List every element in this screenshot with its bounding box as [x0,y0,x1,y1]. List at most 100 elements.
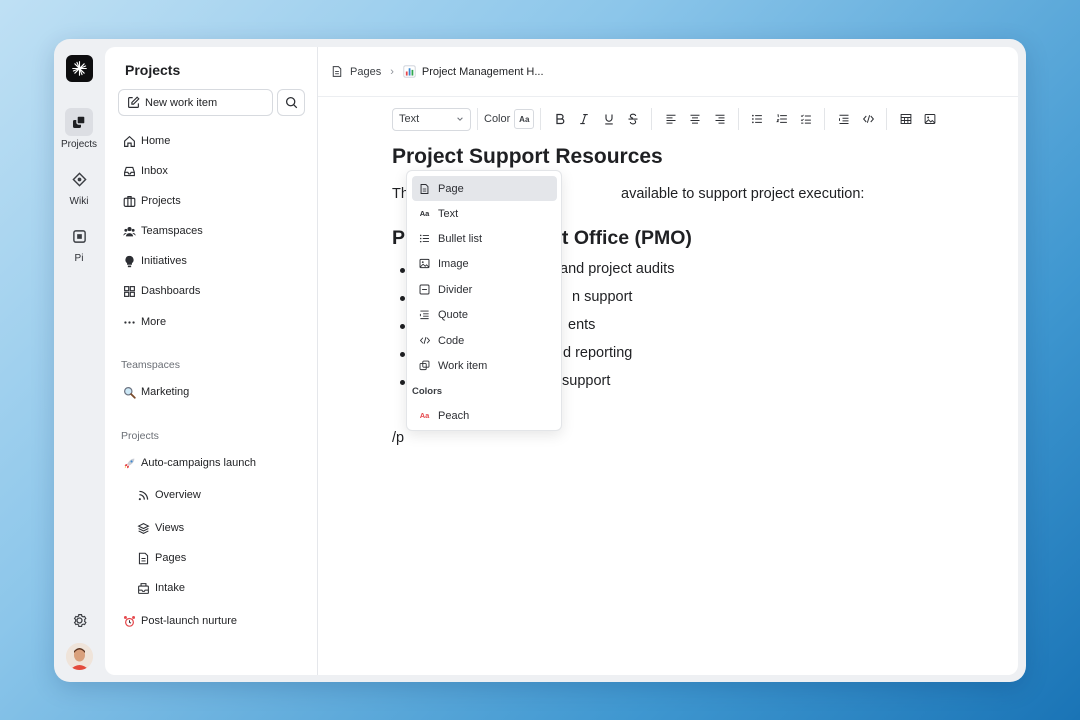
menu-item-divider[interactable]: Divider [412,277,557,302]
sidebar-title: Projects [125,62,181,78]
project-views[interactable]: Views [136,519,184,537]
intro-text-end[interactable]: available to support project execution: [621,186,864,202]
menu-item-text[interactable]: Aa Text [412,201,557,226]
sidebar-item-initiatives[interactable]: Initiatives [122,252,187,270]
pi-icon [65,222,93,250]
teamspaces-section-label: Teamspaces [121,359,180,371]
toolbar-divider [540,108,542,130]
sidebar-item-more[interactable]: More [122,313,166,331]
project-overview[interactable]: Overview [136,486,201,504]
intake-icon [136,581,150,595]
rail-projects-button[interactable]: Projects [54,108,104,150]
italic-icon [580,113,588,125]
numbered-list-icon [775,114,787,123]
app-window: Projects Wiki Pi Projects New work item … [54,39,1026,682]
bullet-list-icon [418,232,431,245]
bullet-text[interactable]: n support [572,289,632,305]
bullet-text[interactable]: support [562,373,610,389]
strikethrough-button[interactable] [621,108,646,130]
align-right-button[interactable] [707,108,732,130]
rail-projects-label: Projects [60,139,98,150]
gear-icon [65,606,93,634]
chevron-right-icon: › [390,65,394,78]
sidebar-item-marketing[interactable]: Marketing [122,383,189,401]
menu-item-bullet-list[interactable]: Bullet list [412,226,557,251]
text-style-select[interactable]: Text [392,107,471,131]
text-color-icon: Aa [419,411,430,420]
search-icon [285,96,297,109]
checklist-button[interactable] [794,108,819,130]
toolbar-divider [651,108,653,130]
align-left-button[interactable] [658,108,683,130]
rail-pi-button[interactable]: Pi [54,222,104,264]
breadcrumb: Pages › Project Management H... [318,47,1018,97]
briefcase-icon [122,194,136,208]
sidebar-item-label: Views [155,522,185,534]
bold-button[interactable] [547,108,572,130]
sidebar-item-projects[interactable]: Projects [122,192,181,210]
sidebar-item-label: Auto-campaigns launch [141,457,256,469]
menu-item-image[interactable]: Image [412,251,557,276]
section-heading-end[interactable]: nt Office (PMO) [550,227,692,250]
bullet-text[interactable]: d reporting [563,345,632,361]
typed-slash-command[interactable]: /p [392,430,404,446]
bullet-marker [400,268,405,273]
sidebar-item-label: Overview [155,489,201,501]
new-work-item-button[interactable]: New work item [118,89,273,116]
sidebar-item-teamspaces[interactable]: Teamspaces [122,222,203,240]
quote-button[interactable] [831,108,856,130]
breadcrumb-pages[interactable]: Pages [331,65,381,78]
menu-item-label: Quote [438,308,468,321]
project-auto-campaigns-launch[interactable]: Auto-campaigns launch [122,454,256,472]
menu-item-quote[interactable]: Quote [412,302,557,327]
table-button[interactable] [893,108,918,130]
numbered-list-button[interactable] [769,108,794,130]
color-picker[interactable]: Color Aa [484,109,535,129]
menu-item-label: Bullet list [438,232,483,245]
bullet-marker [400,324,405,329]
grid-icon [122,284,136,298]
page-title[interactable]: Project Support Resources [392,145,663,169]
color-label: Color [484,113,511,125]
bullet-text[interactable]: ents [568,317,595,333]
bullet-list-button[interactable] [745,108,770,130]
rail-pi-label: Pi [74,253,84,264]
sidebar-item-dashboards[interactable]: Dashboards [122,282,200,300]
breadcrumb-current[interactable]: Project Management H... [403,65,544,78]
search-button[interactable] [277,89,305,116]
menu-item-label: Image [438,257,469,270]
home-icon [122,134,136,148]
code-button[interactable] [856,108,881,130]
page-icon [332,66,342,77]
project-intake[interactable]: Intake [136,579,185,597]
sidebar-item-label: Initiatives [141,255,187,267]
project-post-launch-nurture[interactable]: Post-launch nurture [122,612,237,630]
align-center-button[interactable] [683,108,708,130]
image-icon [924,114,936,124]
menu-item-page[interactable]: Page [412,176,557,201]
settings-button[interactable] [54,606,104,634]
sidebar-item-label: Intake [155,582,185,594]
menu-item-work-item[interactable]: Work item [412,353,557,378]
chevron-down-icon [457,117,463,121]
checklist-icon [800,114,811,124]
bullet-text[interactable]: and project audits [560,261,674,277]
menu-item-peach[interactable]: Aa Peach [412,403,557,428]
menu-item-code[interactable]: Code [412,328,557,353]
slash-command-menu: Page Aa Text Bullet list Image Divider Q… [406,170,562,431]
sidebar-item-inbox[interactable]: Inbox [122,162,168,180]
text-color-icon: Aa [514,109,535,129]
italic-button[interactable] [572,108,597,130]
image-button[interactable] [918,108,943,130]
rail-wiki-button[interactable]: Wiki [54,165,104,207]
sidebar-item-label: Dashboards [141,285,201,297]
app-logo[interactable] [66,55,93,82]
user-avatar[interactable] [66,643,93,670]
people-icon [122,224,136,238]
sidebar-item-home[interactable]: Home [122,132,170,150]
section-heading-start[interactable]: P [392,227,405,250]
underline-button[interactable] [596,108,621,130]
strikethrough-icon [628,113,638,125]
project-pages[interactable]: Pages [136,549,186,567]
menu-item-label: Text [438,207,459,220]
